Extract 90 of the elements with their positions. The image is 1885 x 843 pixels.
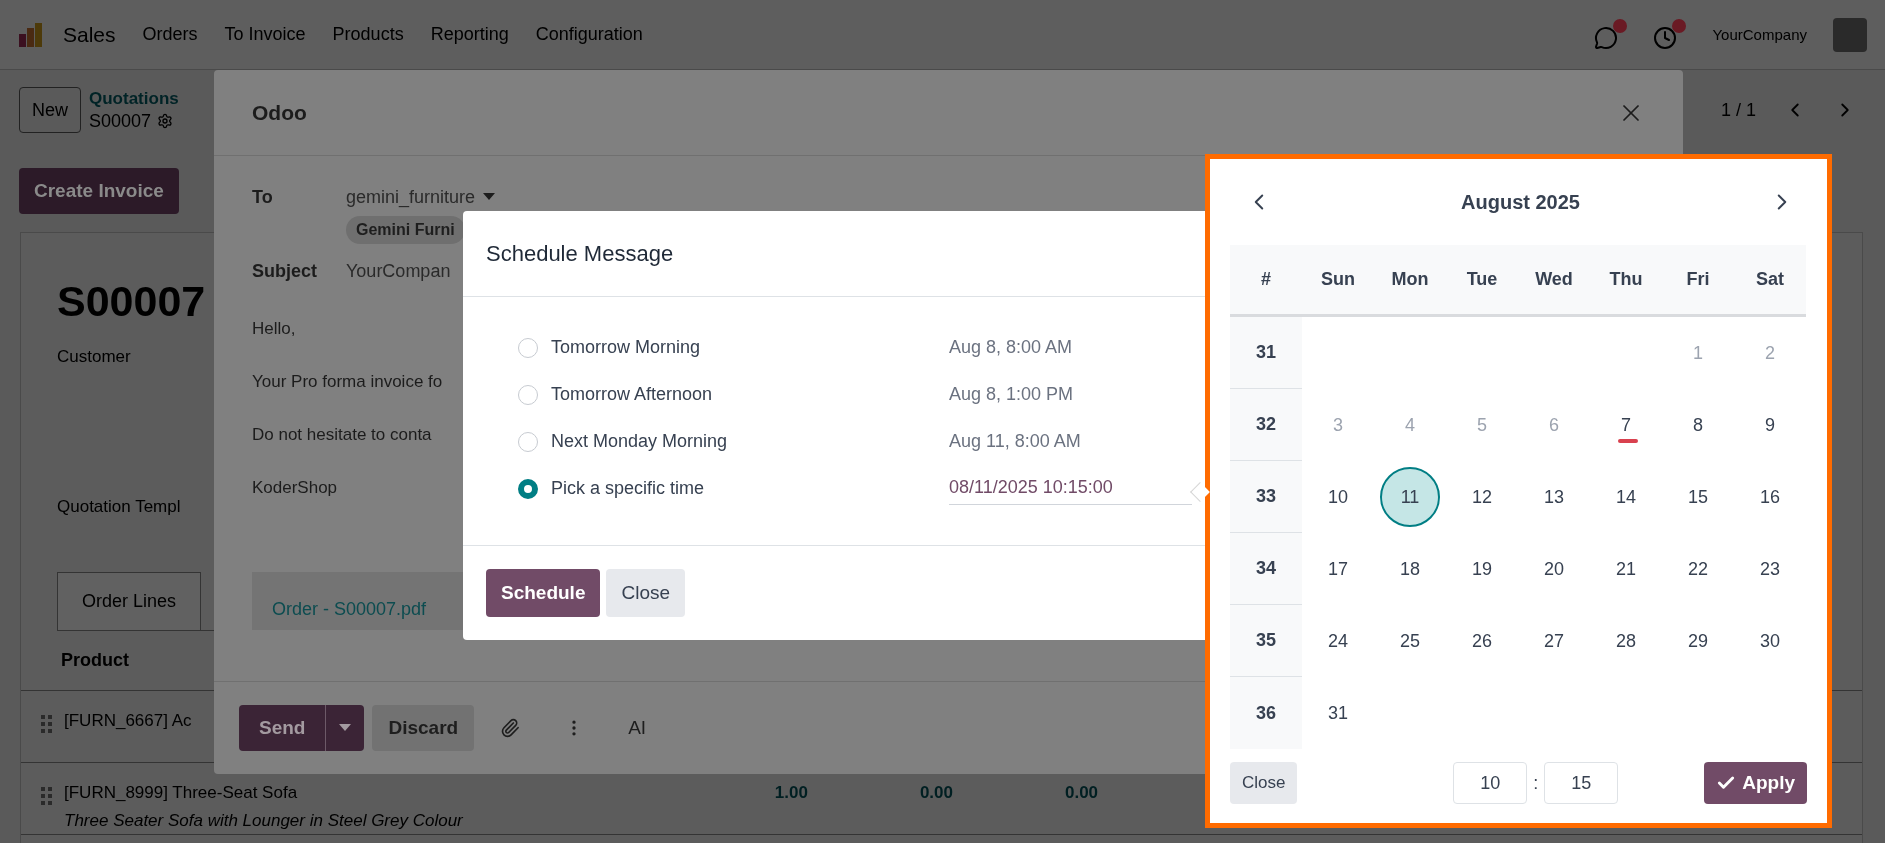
chat-icon[interactable]: [1594, 19, 1628, 50]
product-cell-text: [FURN_8999] Three-Seat Sofa: [64, 783, 299, 803]
field-label: Subject: [252, 260, 318, 283]
week-column-header: #: [1230, 245, 1302, 317]
record-title: S00007: [57, 276, 206, 327]
field-label: Quotation Templ: [57, 497, 181, 517]
calendar-day[interactable]: 15: [1668, 467, 1728, 527]
radio-button[interactable]: [518, 431, 538, 452]
time-separator: :: [1533, 772, 1539, 794]
weekday-header: Wed: [1518, 245, 1590, 317]
calendar-day[interactable]: 24: [1308, 611, 1368, 671]
send-button[interactable]: Send: [239, 705, 327, 751]
option-time: Aug 11, 8:00 AM: [949, 431, 1081, 452]
weekday-header: Tue: [1446, 245, 1518, 317]
option-label[interactable]: Next Monday Morning: [551, 431, 949, 452]
option-time: Aug 8, 1:00 PM: [949, 384, 1074, 405]
record-name: S00007: [89, 110, 152, 132]
table-cell: 0.00: [1064, 783, 1099, 803]
table-cell: 0.00: [919, 783, 953, 803]
send-options-button[interactable]: [326, 705, 365, 751]
option-label[interactable]: Pick a specific time: [551, 478, 949, 499]
close-button[interactable]: Close: [1230, 762, 1298, 804]
calendar-day[interactable]: 26: [1452, 611, 1512, 671]
calendar-day[interactable]: 8: [1668, 395, 1728, 455]
week-number: 35: [1230, 605, 1302, 677]
week-number: 33: [1230, 461, 1302, 533]
radio-button[interactable]: [518, 384, 538, 405]
dialog-title: Schedule Message: [486, 240, 674, 267]
minute-field[interactable]: 15: [1544, 762, 1619, 804]
calendar-day[interactable]: 17: [1308, 539, 1368, 599]
user-avatar[interactable]: [1833, 17, 1867, 52]
caret-icon[interactable]: [483, 193, 496, 201]
product-cell: [FURN_6667] Ac: [64, 711, 192, 731]
message-text: Your Pro forma invoice fo: [252, 372, 443, 392]
calendar-day[interactable]: 16: [1740, 467, 1800, 527]
table-cell: 1.00: [774, 783, 808, 803]
calendar-day[interactable]: 9: [1740, 395, 1800, 455]
option-label[interactable]: Tomorrow Afternoon: [551, 384, 949, 405]
close-button[interactable]: Close: [606, 569, 686, 617]
calendar-day[interactable]: 29: [1668, 611, 1728, 671]
ai-button[interactable]: AI: [610, 705, 665, 751]
calendar-day[interactable]: 28: [1596, 611, 1656, 671]
weekday-header: Thu: [1590, 245, 1662, 317]
week-number: 34: [1230, 533, 1302, 605]
calendar-day[interactable]: 12: [1452, 467, 1512, 527]
calendar-day[interactable]: 22: [1668, 539, 1728, 599]
caret-icon[interactable]: [339, 724, 352, 732]
week-number: 31: [1230, 317, 1302, 389]
calendar-day[interactable]: 20: [1524, 539, 1584, 599]
app-logo-icon: [18, 21, 44, 48]
calendar-day[interactable]: 11: [1380, 467, 1440, 527]
calendar-day[interactable]: 14: [1596, 467, 1656, 527]
weekday-header: Sun: [1302, 245, 1374, 317]
calendar-day[interactable]: 25: [1380, 611, 1440, 671]
radio-button[interactable]: [518, 478, 538, 499]
weekday-header: Fri: [1662, 245, 1734, 317]
apply-button[interactable]: Apply: [1704, 762, 1807, 804]
pager-text: 1 / 1: [1720, 99, 1756, 121]
create-invoice-button[interactable]: Create Invoice: [19, 168, 179, 214]
option-label[interactable]: Tomorrow Morning: [551, 337, 949, 358]
calendar-day[interactable]: 23: [1740, 539, 1800, 599]
field-label: Customer: [57, 347, 131, 367]
calendar-day[interactable]: 13: [1524, 467, 1584, 527]
paperclip-icon[interactable]: [500, 718, 521, 738]
product-description: Three Seater Sofa with Lounger in Steel Grey Colour: [64, 811, 463, 831]
calendar-day[interactable]: 19: [1452, 539, 1512, 599]
calendar-day[interactable]: 31: [1308, 683, 1368, 743]
calendar-day[interactable]: 18: [1380, 539, 1440, 599]
settings-icon[interactable]: [157, 113, 174, 129]
weekday-header: Mon: [1374, 245, 1446, 317]
week-number: 36: [1230, 677, 1302, 749]
schedule-button[interactable]: Schedule: [486, 569, 601, 617]
dialog-title: Odoo: [252, 100, 307, 125]
message-text: Hello,: [252, 319, 296, 339]
month-title: August 2025: [1461, 190, 1580, 214]
clock-icon[interactable]: [1653, 19, 1687, 50]
field-label: To: [252, 186, 274, 209]
recipient-field[interactable]: gemini_furniture: [346, 182, 496, 212]
radio-button[interactable]: [518, 337, 538, 358]
message-text: KoderShop: [252, 478, 338, 498]
calendar-day[interactable]: 27: [1524, 611, 1584, 671]
option-time: Aug 8, 8:00 AM: [949, 337, 1073, 358]
calendar-day[interactable]: 10: [1308, 467, 1368, 527]
message-text: Do not hesitate to conta: [252, 425, 432, 445]
weekday-header: Sat: [1734, 245, 1806, 317]
calendar-day[interactable]: 30: [1740, 611, 1800, 671]
hour-field[interactable]: 10: [1453, 762, 1528, 804]
week-number: 32: [1230, 389, 1302, 461]
calendar-day[interactable]: 21: [1596, 539, 1656, 599]
calendar-day[interactable]: 7: [1596, 395, 1656, 455]
